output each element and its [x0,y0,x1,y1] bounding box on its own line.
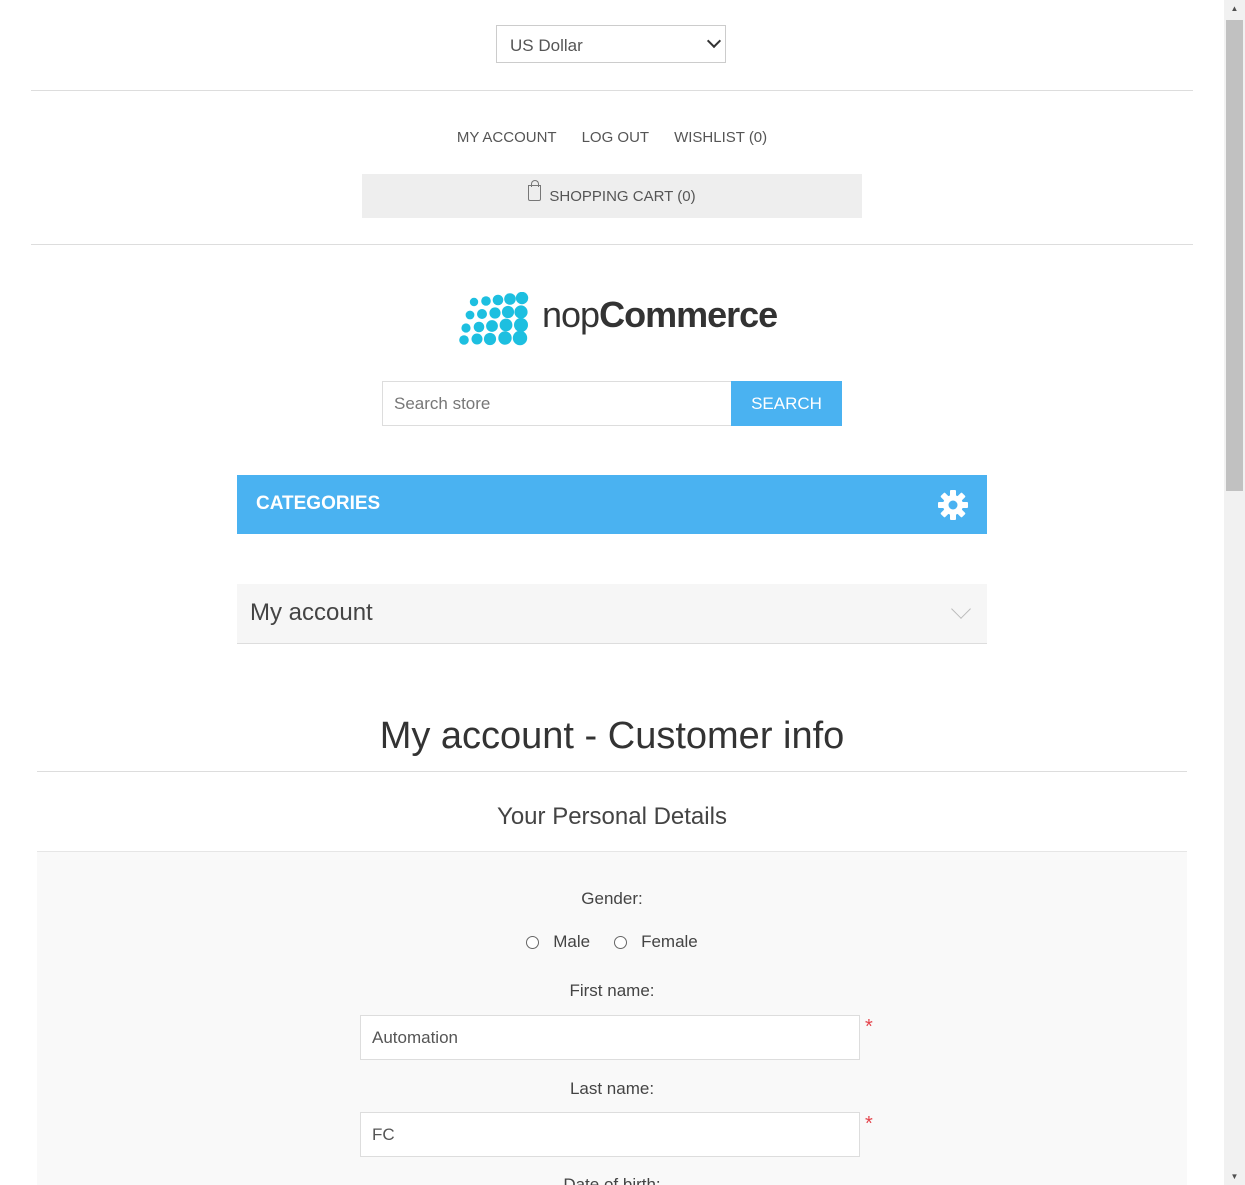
header-links: My account Log out Wishlist (0) [0,129,1224,146]
categories-menu-toggle[interactable]: CATEGORIES [237,475,987,534]
my-account-link[interactable]: My account [457,129,557,146]
section-title: Your Personal Details [497,803,727,830]
last-name-label: Last name: [569,1079,655,1098]
chevron-down-icon [951,599,971,619]
scroll-down-arrow-icon[interactable]: ▼ [1224,1168,1245,1185]
divider [31,244,1193,245]
logo-text: nopCommerce [542,294,778,335]
last-name-field[interactable]: FC [360,1112,860,1157]
gender-male-radio[interactable] [526,935,540,949]
currency-select[interactable]: US Dollar [496,25,726,63]
first-name-label: First name: [569,981,655,1000]
shopping-bag-icon [528,180,542,201]
first-name-field[interactable]: Automation [360,1015,860,1060]
wishlist-link[interactable]: Wishlist (0) [674,129,767,146]
search-button[interactable]: Search [731,381,842,426]
vertical-scrollbar[interactable]: ▲ ▼ [1224,0,1245,1185]
date-of-birth-label: Date of birth: [563,1175,661,1185]
gender-male-option[interactable]: Male [526,932,590,952]
scroll-up-arrow-icon[interactable]: ▲ [1224,0,1245,17]
search-placeholder: Search store [394,394,491,413]
shopping-cart-link[interactable]: Shopping cart (0) [362,174,862,218]
currency-select-value: US Dollar [510,36,583,55]
gender-options: Male Female [0,932,1224,952]
gender-female-label: Female [641,932,698,951]
store-logo[interactable]: nopCommerce [458,291,778,348]
divider [37,771,1187,772]
gender-female-radio[interactable] [614,935,628,949]
search-input[interactable]: Search store [382,381,732,426]
divider [31,90,1193,91]
my-account-dropdown-label: My account [250,599,373,626]
required-mark: * [865,1113,873,1135]
scrollbar-thumb[interactable] [1226,20,1243,491]
required-mark: * [865,1016,873,1038]
my-account-dropdown[interactable]: My account [237,584,987,644]
gender-female-option[interactable]: Female [614,932,698,952]
first-name-value: Automation [372,1028,458,1047]
gear-icon[interactable] [936,488,970,522]
logo-dots-icon [459,291,529,346]
gender-label: Gender: [581,889,643,908]
page: US Dollar My account Log out Wishlist (0… [0,0,1224,1185]
categories-label: CATEGORIES [256,493,381,514]
page-title: My account - Customer info [379,715,845,757]
gender-male-label: Male [553,932,591,951]
shopping-cart-label: Shopping cart (0) [549,187,696,205]
last-name-value: FC [372,1125,395,1144]
chevron-down-icon [706,33,722,49]
log-out-link[interactable]: Log out [582,129,650,146]
